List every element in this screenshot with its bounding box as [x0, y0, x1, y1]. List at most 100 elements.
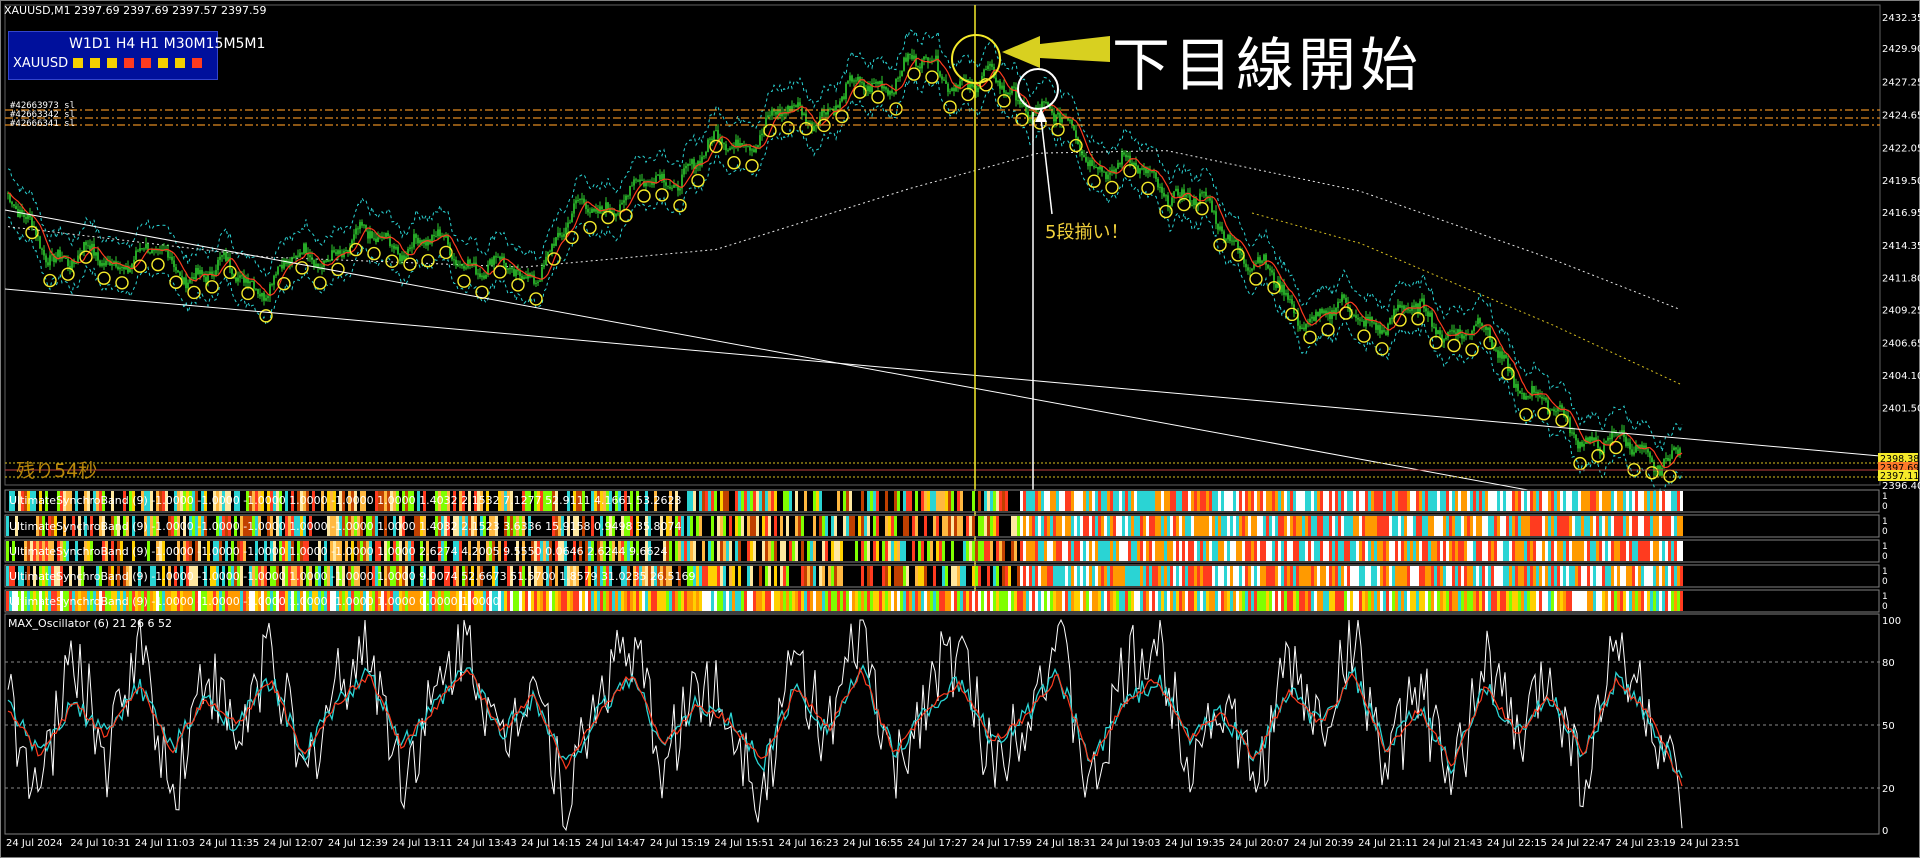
synchro-bar	[1011, 541, 1014, 561]
synchro-bar	[1218, 591, 1221, 611]
synchro-bar	[1431, 491, 1434, 511]
synchro-bar	[1377, 516, 1380, 536]
candle-body	[841, 96, 843, 102]
synchro-bar	[1056, 566, 1059, 586]
synchro-bar	[1434, 516, 1437, 536]
candle-body	[689, 164, 691, 166]
synchro-bar	[1560, 541, 1563, 561]
synchro-bar	[1161, 491, 1164, 511]
synchro-bar	[837, 516, 840, 536]
synchro-bar	[801, 491, 804, 511]
synchro-bar	[744, 541, 747, 561]
synchro-bar	[963, 566, 966, 586]
candle-body	[687, 164, 689, 166]
synchro-bar	[1062, 541, 1065, 561]
synchro-bar	[1518, 566, 1521, 586]
synchro-bar	[789, 516, 792, 536]
synchro-bar	[1068, 591, 1071, 611]
synchro-bar	[1542, 591, 1545, 611]
candle-body	[767, 115, 769, 118]
time-tick-label: 24 Jul 19:35	[1164, 838, 1225, 849]
synchro-bar	[1503, 491, 1506, 511]
synchro-bar	[1080, 541, 1083, 561]
synchro-bar	[906, 591, 909, 611]
synchro-bar	[1194, 591, 1197, 611]
synchro-bar	[819, 591, 822, 611]
synchro-bar	[1401, 491, 1404, 511]
synchro-bar	[540, 591, 543, 611]
synchro-bar	[1425, 591, 1428, 611]
synchro-bar	[1242, 516, 1245, 536]
candle-body	[607, 202, 609, 209]
candle-body	[275, 274, 277, 276]
synchro-bar	[612, 591, 615, 611]
signal-marker	[781, 121, 795, 135]
synchro-bar	[1080, 516, 1083, 536]
candle-body	[871, 82, 873, 92]
candle-body	[95, 252, 97, 256]
candle-body	[1217, 223, 1219, 230]
synchro-bar	[1611, 591, 1614, 611]
synchro-bar	[1029, 591, 1032, 611]
synchro-bar	[1482, 566, 1485, 586]
synchro-bar	[1572, 566, 1575, 586]
synchro-bar	[1128, 591, 1131, 611]
synchro-bar	[1347, 566, 1350, 586]
candle-body	[173, 260, 175, 268]
candle-body	[907, 53, 909, 62]
synchro-bar	[810, 591, 813, 611]
synchro-bar	[1170, 541, 1173, 561]
synchro-bar	[927, 541, 930, 561]
candle-body	[557, 232, 559, 238]
synchro-bar	[1662, 516, 1665, 536]
candle-body	[101, 263, 103, 266]
candle-body	[399, 253, 401, 262]
synchro-bar	[1551, 516, 1554, 536]
synchro-bar	[1575, 566, 1578, 586]
synchro-bar	[1353, 591, 1356, 611]
synchro-bar	[711, 566, 714, 586]
synchro-bar	[921, 541, 924, 561]
candle-body	[1059, 112, 1061, 123]
synchro-bar	[939, 541, 942, 561]
candle-body	[1669, 458, 1671, 461]
candle-body	[39, 236, 41, 249]
synchro-bar	[825, 491, 828, 511]
synchro-bar	[909, 491, 912, 511]
oscillator-title: MAX_Oscillator (6) 21 26 6 52	[8, 617, 173, 630]
synchro-bar	[1614, 516, 1617, 536]
synchro-bar	[768, 516, 771, 536]
synchro-bar	[999, 591, 1002, 611]
candle-body	[699, 161, 701, 166]
synchro-bar	[909, 591, 912, 611]
synchro-bar	[1413, 516, 1416, 536]
time-tick-label: 24 Jul 19:03	[1100, 838, 1161, 849]
synchro-bar	[729, 491, 732, 511]
synchro-bar	[1365, 591, 1368, 611]
synchro-bar	[1404, 591, 1407, 611]
synchro-bar	[1314, 566, 1317, 586]
synchro-bar	[891, 491, 894, 511]
candle-body	[145, 243, 147, 249]
synchro-bar	[1326, 491, 1329, 511]
candle-body	[789, 105, 791, 113]
synchro-bar	[1350, 516, 1353, 536]
synchro-bar	[1659, 566, 1662, 586]
synchro-bar	[780, 591, 783, 611]
synchro-bar	[1062, 516, 1065, 536]
synchro-bar	[1416, 591, 1419, 611]
candle-body	[1453, 330, 1455, 333]
synchro-bar	[1374, 516, 1377, 536]
candle-body	[673, 185, 675, 188]
synchro-bar	[1257, 566, 1260, 586]
candle-body	[641, 179, 643, 181]
synchro-bar	[1281, 491, 1284, 511]
synchro-bar	[1116, 591, 1119, 611]
synchro-bar	[1305, 566, 1308, 586]
synchro-bar	[915, 591, 918, 611]
synchro-bar	[1473, 541, 1476, 561]
synchro-bar	[1542, 516, 1545, 536]
synchro-bar	[927, 566, 930, 586]
candle-body	[1353, 314, 1355, 316]
order-label[interactable]: #42666341 sl	[10, 119, 75, 129]
